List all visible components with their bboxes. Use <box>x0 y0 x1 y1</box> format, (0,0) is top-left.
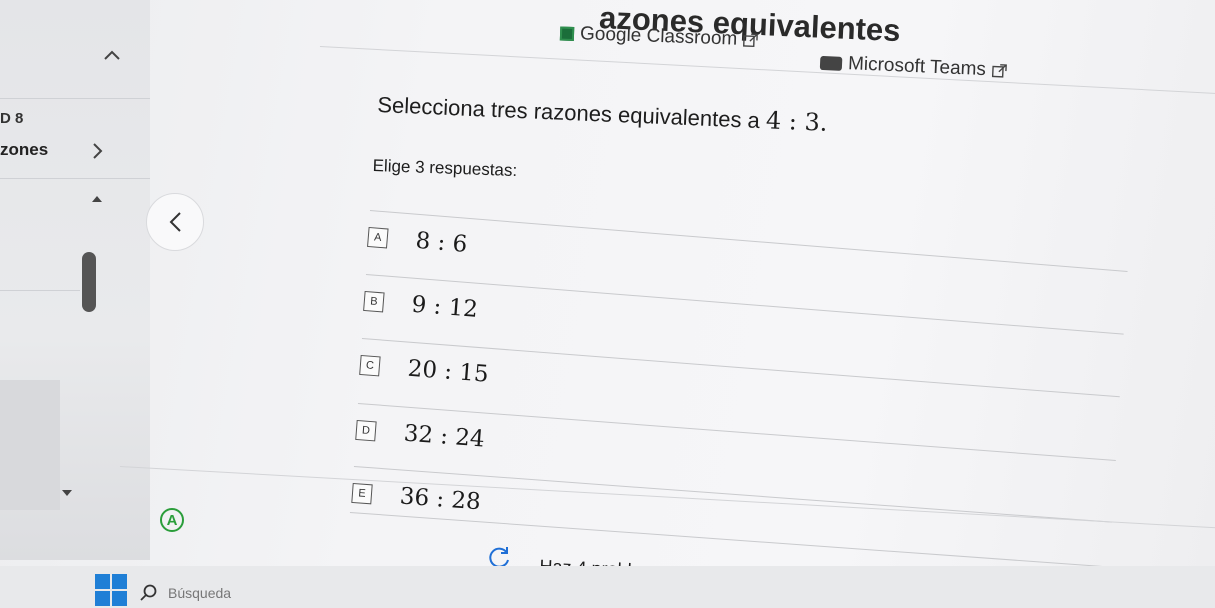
google-classroom-icon <box>559 26 575 42</box>
scroll-down-icon[interactable] <box>62 490 72 496</box>
accessibility-icon[interactable]: A <box>160 508 184 532</box>
sidebar-panel <box>0 380 60 510</box>
sidebar-divider <box>0 178 150 179</box>
external-link-icon <box>743 33 759 47</box>
choice-value: 9 : 12 <box>410 291 479 323</box>
choice-value: 20 : 15 <box>406 355 490 388</box>
sidebar-divider <box>0 290 80 291</box>
microsoft-teams-icon <box>819 55 843 71</box>
chevron-left-icon <box>169 212 181 232</box>
choice-value: 36 : 28 <box>398 482 482 515</box>
question-ratio: 4 : 3. <box>765 106 829 137</box>
search-placeholder: Búsqueda <box>168 585 232 601</box>
standard-code: D 8 <box>0 110 24 127</box>
windows-start-icon[interactable] <box>95 574 127 606</box>
choice-value: 32 : 24 <box>402 420 486 453</box>
choice-letter: A <box>367 226 389 248</box>
choice-letter: E <box>351 482 373 504</box>
scrollbar-thumb[interactable] <box>82 252 96 312</box>
header-divider <box>319 46 1215 95</box>
scroll-up-icon[interactable] <box>92 196 102 202</box>
choice-letter: C <box>359 354 381 376</box>
sidebar-divider <box>0 98 150 99</box>
sidebar-item-lesson[interactable]: zones <box>0 140 48 160</box>
question-instruction: Elige 3 respuestas: <box>372 156 518 181</box>
search-icon <box>140 584 157 601</box>
microsoft-teams-link[interactable]: Microsoft Teams <box>819 52 1008 82</box>
question-prompt: Selecciona tres razones equivalentes a 4… <box>377 90 828 137</box>
google-classroom-label: Google Classroom <box>579 23 738 50</box>
chevron-right-icon[interactable] <box>92 142 104 160</box>
choice-letter: B <box>363 290 385 312</box>
external-link-icon <box>991 63 1007 78</box>
previous-button[interactable] <box>146 193 204 251</box>
chevron-up-icon[interactable] <box>104 50 120 60</box>
question-text: Selecciona tres razones equivalentes a <box>376 91 761 134</box>
microsoft-teams-label: Microsoft Teams <box>847 53 987 81</box>
choice-letter: D <box>355 419 377 441</box>
choice-value: 8 : 6 <box>414 227 469 258</box>
taskbar-search[interactable]: Búsqueda <box>140 578 340 608</box>
